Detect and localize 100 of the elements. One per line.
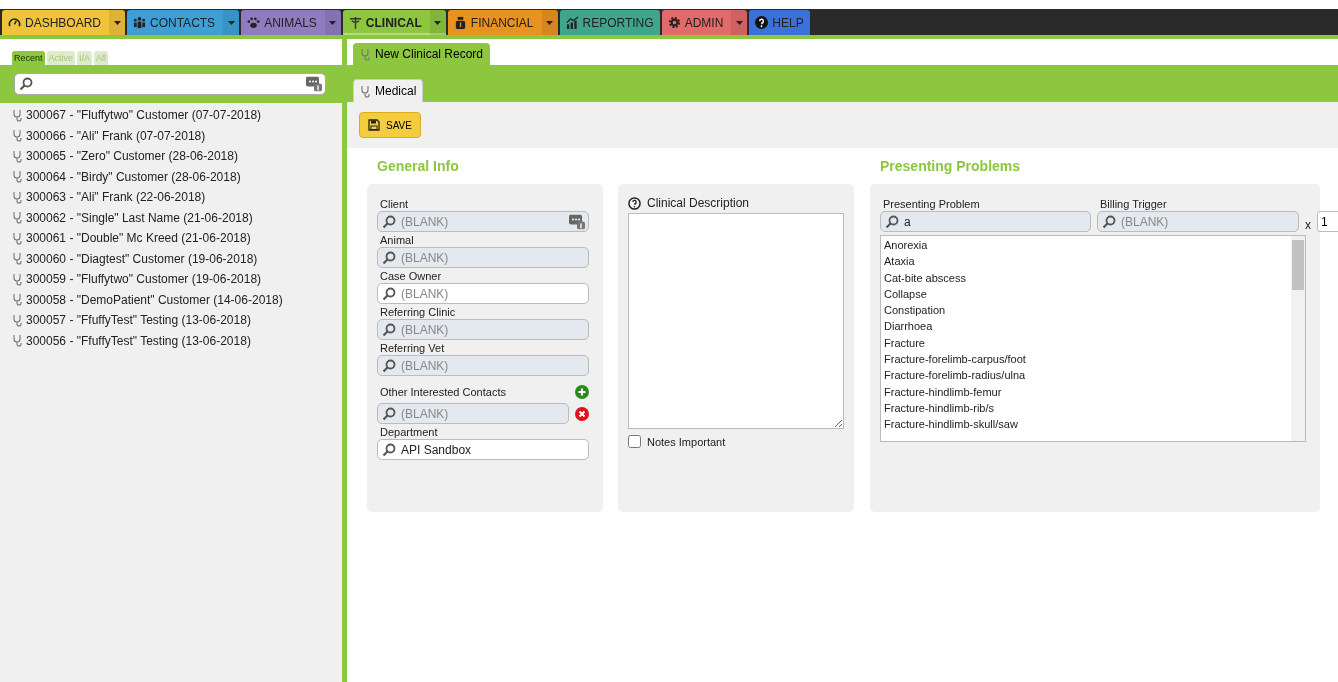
record-label: 300057 - "FfuffyTest" Testing (13-06-2018) [26,313,251,328]
record-label: 300059 - "Fluffytwo" Customer (19-06-2018) [26,272,262,287]
search-icon [382,442,396,457]
nav-tab[interactable]: CLINICAL [342,10,446,35]
search-icon [382,214,396,229]
lookup-field[interactable]: (BLANK) [377,211,589,232]
problem-option[interactable]: Collapse [884,285,1288,303]
nav-tab[interactable]: REPORTING [559,10,660,35]
record-item[interactable]: 300063 - "Ali" Frank (22-06-2018) [0,187,342,208]
record-item[interactable]: 300065 - "Zero" Customer (28-06-2018) [0,146,342,167]
lookup-field[interactable]: (BLANK) [377,283,589,304]
lookup-field[interactable]: API Sandbox [377,439,589,460]
scrollbar[interactable] [1291,236,1305,441]
dropdown-button[interactable] [223,10,240,35]
record-item[interactable]: 300059 - "Fluffytwo" Customer (19-06-2018) [0,269,342,290]
record-item[interactable]: 300058 - "DemoPatient" Customer (14-06-2018) [0,289,342,310]
caret-icon [735,20,743,25]
stethoscope-icon [12,108,23,122]
add-icon[interactable] [575,384,589,399]
stethoscope-icon [12,170,23,184]
lookup-icon[interactable] [569,214,585,229]
record-label: 300058 - "DemoPatient" Customer (14-06-2018) [26,292,283,307]
nav-tab[interactable]: DASHBOARD [2,10,125,35]
money-bag-icon [453,16,467,29]
save-button[interactable]: SAVE [359,112,421,138]
gauge-icon [8,16,21,29]
lookup-field[interactable]: (BLANK) [377,247,589,268]
help-icon [755,16,769,29]
dropdown-button[interactable] [324,10,341,35]
delete-icon[interactable] [575,406,589,421]
record-item[interactable]: 300056 - "FfuffyTest" Testing (13-06-2018) [0,330,342,351]
paw-icon [247,16,261,29]
caret-icon [227,20,235,25]
search-icon [382,286,396,301]
problem-option[interactable]: Anorexia [884,237,1288,254]
stethoscope-icon [12,334,23,348]
record-item[interactable]: 300064 - "Birdy" Customer (28-06-2018) [0,166,342,187]
stethoscope-icon [12,313,23,327]
help-icon[interactable] [628,196,641,210]
checkbox[interactable] [628,435,641,448]
stethoscope-icon [12,252,23,266]
search-field[interactable] [14,73,326,95]
record-label: 300065 - "Zero" Customer (28-06-2018) [26,149,238,164]
nav-tab[interactable]: CONTACTS [127,10,240,35]
record-tab[interactable]: New Clinical Record [353,43,491,65]
problem-option[interactable]: Fracture-hindlimb-rib/s [884,399,1288,417]
caret-icon [113,20,121,25]
dropdown-button[interactable] [731,10,748,35]
problem-option[interactable]: Fracture-hindlimb-skull/saw [884,416,1288,433]
stethoscope-icon [12,190,23,204]
search-field[interactable]: (BLANK) [1097,211,1299,232]
record-item[interactable]: 300057 - "FfuffyTest" Testing (13-06-2018) [0,310,342,331]
record-label: 300060 - "Diagtest" Customer (19-06-2018) [26,251,258,266]
problem-option[interactable]: Fracture-hindlimb-femur [884,383,1288,400]
stethoscope-icon [360,84,371,98]
caduceus-icon [348,16,362,29]
search-field[interactable]: a [880,211,1091,232]
field-label: Case Owner [380,270,443,282]
nav-tab[interactable]: ANIMALS [241,10,341,35]
medical-tab[interactable]: Medical [353,79,424,102]
search-icon [382,406,396,421]
field-label: Referring Vet [380,342,446,354]
section-title: Presenting Problems [879,158,1022,174]
problem-option[interactable]: Fracture-forelimb-radius/ulna [884,367,1288,384]
lookup-field[interactable]: (BLANK) [377,319,589,340]
lookup-field[interactable]: (BLANK) [377,403,569,424]
field-label: Presenting Problem [883,198,981,210]
record-item[interactable]: 300066 - "Ali" Frank (07-07-2018) [0,125,342,146]
people-icon [133,16,146,29]
section-title: General Info [376,158,460,174]
dropdown-button[interactable] [429,10,446,35]
problem-option[interactable]: Fracture-forelimb-carpus/foot [884,351,1288,368]
dropdown-button[interactable] [541,10,558,35]
record-label: 300066 - "Ali" Frank (07-07-2018) [26,128,206,143]
lookup-icon[interactable] [306,76,322,92]
search-icon [19,77,33,91]
record-item[interactable]: 300067 - "Fluffytwo" Customer (07-07-2018) [0,105,342,126]
field-label: Clinical Description [647,196,750,210]
stethoscope-icon [12,149,23,163]
caret-icon [329,20,337,25]
field-label: Billing Trigger [1100,198,1168,210]
record-item[interactable]: 300060 - "Diagtest" Customer (19-06-2018) [0,248,342,269]
quantity-field[interactable]: 1 [1317,211,1338,232]
nav-tab[interactable]: ADMIN [661,10,748,35]
search-icon [1102,214,1116,229]
problem-option[interactable]: Ataxia [884,253,1288,270]
record-label: 300062 - "Single" Last Name (21-06-2018) [26,210,253,225]
record-item[interactable]: 300061 - "Double" Mc Kreed (21-06-2018) [0,228,342,249]
stethoscope-icon [360,47,371,61]
record-item[interactable]: 300062 - "Single" Last Name (21-06-2018) [0,207,342,228]
filter-tab[interactable]: Recent [12,51,45,65]
search-icon [382,322,396,337]
problem-option[interactable]: Fracture [884,334,1288,352]
problem-option[interactable]: Constipation [884,302,1288,319]
problem-option[interactable]: Diarrhoea [884,318,1288,335]
problem-option[interactable]: Cat-bite abscess [884,269,1288,286]
dropdown-button[interactable] [109,10,125,35]
lookup-field[interactable]: (BLANK) [377,355,589,376]
nav-tab[interactable]: FINANCIAL [447,10,558,35]
field-label: Department [380,426,439,438]
